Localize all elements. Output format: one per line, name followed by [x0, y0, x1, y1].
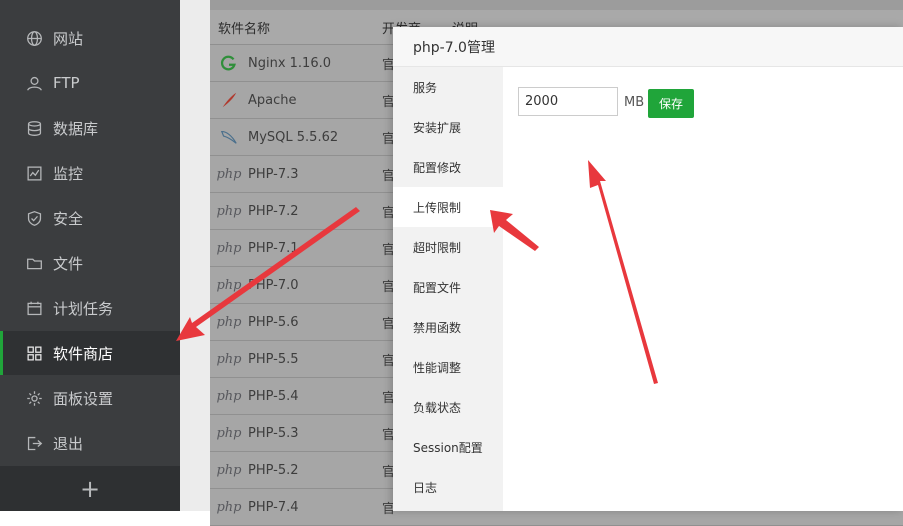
- php-logo-icon: php: [216, 425, 242, 441]
- php-logo-icon: php: [216, 277, 242, 293]
- content-gutter: [180, 0, 210, 511]
- sidebar-item-label: FTP: [53, 74, 80, 92]
- sidebar: 网站 FTP 数据库 监控 安全 文件 计划任务 软件商店 面板设置 退出 +: [0, 0, 180, 511]
- sidebar-item-files[interactable]: 文件: [0, 241, 180, 285]
- upload-size-input[interactable]: [518, 87, 618, 116]
- php-manage-modal: php-7.0管理 服务 安装扩展 配置修改 上传限制 超时限制 配置文件 禁用…: [393, 27, 903, 511]
- php-logo-icon: php: [216, 314, 242, 330]
- sidebar-item-logout[interactable]: 退出: [0, 421, 180, 465]
- software-name: PHP-7.4: [248, 499, 299, 515]
- software-name: Nginx 1.16.0: [248, 55, 332, 71]
- database-icon: [25, 119, 43, 137]
- sidebar-item-database[interactable]: 数据库: [0, 106, 180, 150]
- sidebar-item-ftp[interactable]: FTP: [0, 61, 180, 105]
- sidebar-item-label: 退出: [53, 434, 84, 453]
- php-logo-icon: php: [216, 203, 242, 219]
- logout-icon: [25, 434, 43, 452]
- ftp-user-icon: [25, 74, 43, 92]
- software-name: PHP-5.2: [248, 462, 299, 478]
- save-button[interactable]: 保存: [648, 89, 694, 118]
- software-name: PHP-7.2: [248, 203, 299, 219]
- software-name: PHP-7.1: [248, 240, 299, 256]
- app-grid-icon: [25, 344, 43, 362]
- menu-item-config-file[interactable]: 配置文件: [393, 267, 503, 307]
- menu-item-logs[interactable]: 日志: [393, 467, 503, 507]
- nginx-logo-icon: [218, 53, 240, 73]
- calendar-icon: [25, 299, 43, 317]
- modal-menu: 服务 安装扩展 配置修改 上传限制 超时限制 配置文件 禁用函数 性能调整 负载…: [393, 67, 503, 511]
- modal-header: php-7.0管理: [393, 27, 903, 67]
- sidebar-item-cron[interactable]: 计划任务: [0, 286, 180, 330]
- sidebar-item-app-store[interactable]: 软件商店: [0, 331, 180, 375]
- menu-item-upload-limit[interactable]: 上传限制: [393, 187, 503, 227]
- menu-item-config-edit[interactable]: 配置修改: [393, 147, 503, 187]
- php-logo-icon: php: [216, 240, 242, 256]
- menu-item-service[interactable]: 服务: [393, 67, 503, 107]
- menu-item-install-extension[interactable]: 安装扩展: [393, 107, 503, 147]
- sidebar-item-website[interactable]: 网站: [0, 16, 180, 60]
- php-logo-icon: php: [216, 388, 242, 404]
- sidebar-item-security[interactable]: 安全: [0, 196, 180, 240]
- sidebar-item-label: 计划任务: [53, 299, 114, 318]
- sidebar-item-label: 网站: [53, 29, 84, 48]
- sidebar-item-label: 面板设置: [53, 389, 114, 408]
- software-name: PHP-7.3: [248, 166, 299, 182]
- php-logo-icon: php: [216, 166, 242, 182]
- software-name: PHP-5.6: [248, 314, 299, 330]
- php-logo-icon: php: [216, 499, 242, 515]
- shield-icon: [25, 209, 43, 227]
- php-logo-icon: php: [216, 351, 242, 367]
- modal-title: php-7.0管理: [413, 39, 495, 56]
- sidebar-item-monitor[interactable]: 监控: [0, 151, 180, 195]
- menu-item-timeout-limit[interactable]: 超时限制: [393, 227, 503, 267]
- gear-icon: [25, 389, 43, 407]
- software-name: PHP-7.0: [248, 277, 299, 293]
- monitor-icon: [25, 164, 43, 182]
- software-name: MySQL 5.5.62: [248, 129, 339, 145]
- upload-limit-panel: MB 保存: [503, 67, 903, 511]
- sidebar-item-label: 文件: [53, 254, 84, 273]
- header-software-name: 软件名称: [218, 21, 271, 37]
- sidebar-item-label: 软件商店: [53, 344, 114, 363]
- software-name: PHP-5.4: [248, 388, 299, 404]
- menu-item-disabled-functions[interactable]: 禁用函数: [393, 307, 503, 347]
- php-logo-icon: php: [216, 462, 242, 478]
- menu-item-session-config[interactable]: Session配置: [393, 427, 503, 467]
- globe-icon: [25, 29, 43, 47]
- sidebar-item-label: 监控: [53, 164, 84, 183]
- sidebar-item-label: 数据库: [53, 119, 99, 138]
- folder-icon: [25, 254, 43, 272]
- software-name: PHP-5.5: [248, 351, 299, 367]
- upload-size-unit: MB: [624, 95, 645, 110]
- sidebar-item-label: 安全: [53, 209, 84, 228]
- software-name: PHP-5.3: [248, 425, 299, 441]
- software-name: Apache: [248, 92, 297, 108]
- sidebar-item-panel-settings[interactable]: 面板设置: [0, 376, 180, 420]
- menu-item-load-status[interactable]: 负载状态: [393, 387, 503, 427]
- mysql-dolphin-icon: [218, 127, 240, 147]
- apache-feather-icon: [218, 90, 240, 110]
- sidebar-add-button[interactable]: +: [0, 466, 180, 511]
- menu-item-performance-tuning[interactable]: 性能调整: [393, 347, 503, 387]
